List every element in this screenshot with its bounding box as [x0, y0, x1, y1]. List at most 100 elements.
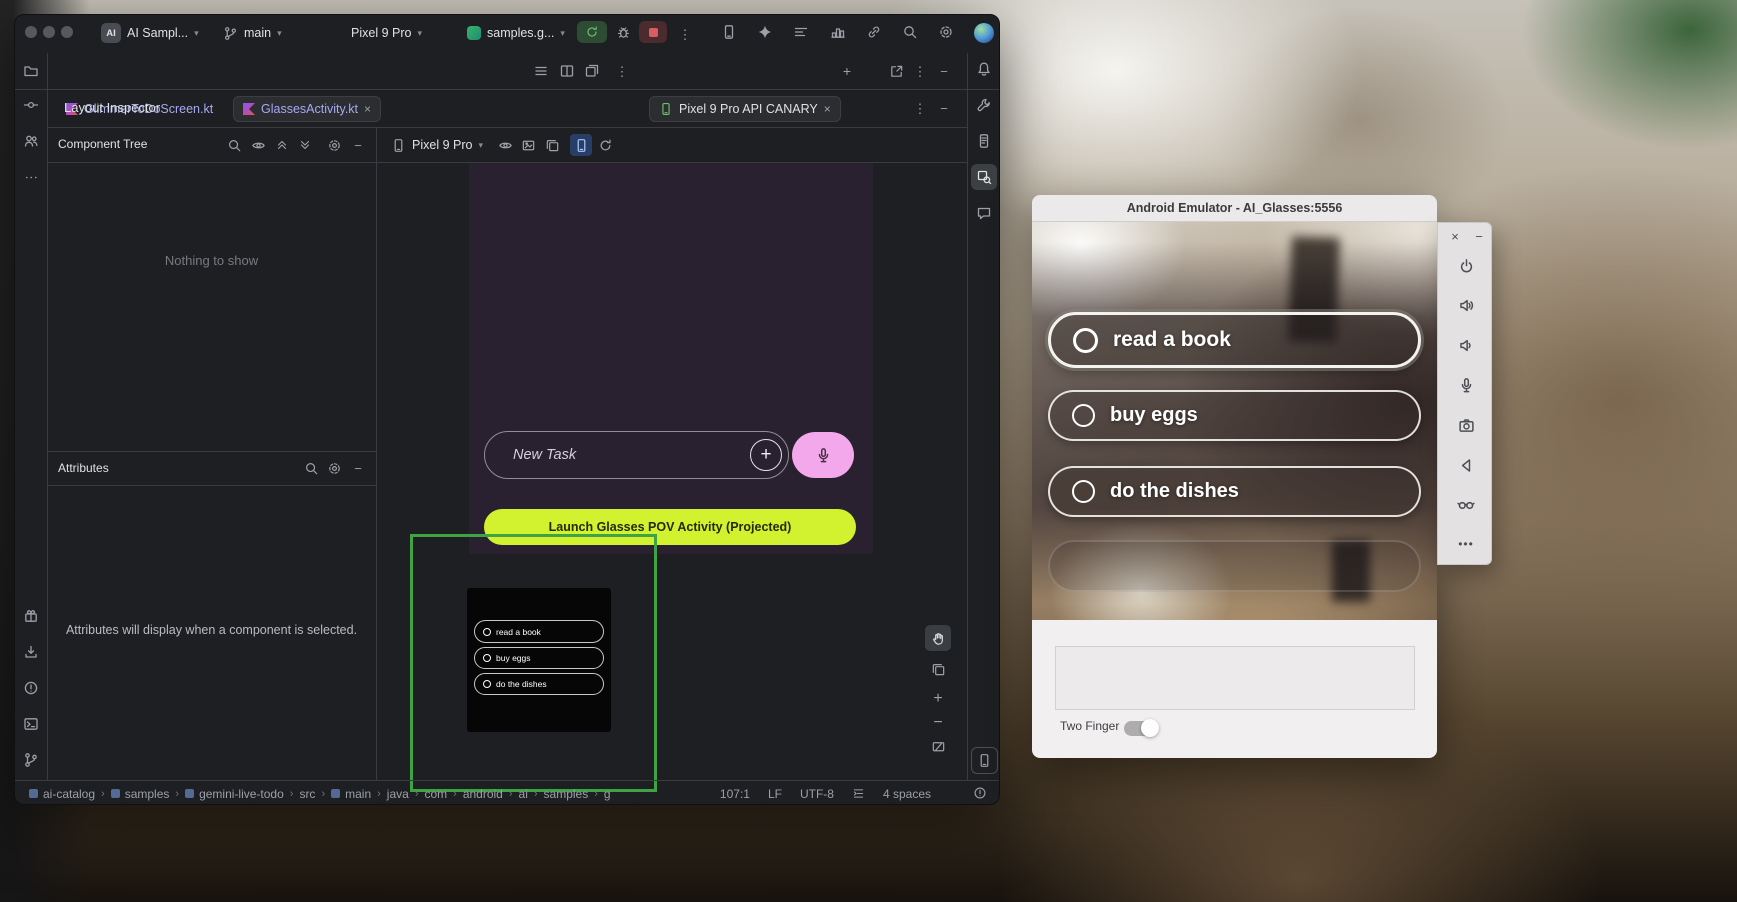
breadcrumb-item[interactable]: android [463, 787, 503, 801]
two-finger-toggle[interactable] [1124, 721, 1157, 736]
back-button[interactable] [1453, 452, 1479, 478]
emulator-more-button[interactable]: ••• [1453, 531, 1479, 557]
mini-task-pill[interactable]: read a book [474, 620, 604, 643]
hide-device-pane-button[interactable]: − [936, 63, 952, 79]
window-close-button[interactable] [25, 26, 37, 38]
task-pill[interactable]: buy eggs [1048, 390, 1421, 441]
open-in-window-button[interactable] [884, 59, 908, 83]
breadcrumb-item[interactable]: src [299, 787, 315, 801]
vcs-tool-button[interactable] [19, 748, 43, 772]
radio-circle-icon[interactable] [1072, 404, 1095, 427]
new-device-tab-button[interactable]: + [839, 63, 855, 79]
vcs-branch-selector[interactable]: main ▾ [217, 20, 288, 46]
device-manager-button[interactable] [717, 20, 741, 44]
user-avatar[interactable] [974, 23, 994, 43]
structure-tool-button[interactable] [19, 129, 43, 153]
refresh-button[interactable] [594, 134, 616, 156]
inspector-more-menu[interactable]: ⋮ [912, 100, 928, 116]
layers-export-button[interactable] [541, 134, 563, 156]
radio-circle-icon[interactable] [1072, 480, 1095, 503]
caret-position-widget[interactable]: 107:1 [720, 787, 750, 801]
touchpad-area[interactable] [1055, 646, 1415, 710]
new-task-input[interactable]: New Task [484, 431, 789, 479]
device-pane-more-menu[interactable]: ⋮ [912, 63, 928, 79]
editor-list-button[interactable] [529, 59, 553, 83]
collapse-all-button[interactable] [294, 134, 316, 156]
expand-all-button[interactable] [271, 134, 293, 156]
logcat-button[interactable] [789, 20, 813, 44]
breadcrumb-item[interactable]: samples [111, 787, 170, 801]
run-more-menu[interactable]: ⋮ [677, 26, 693, 42]
run-config-selector[interactable]: samples.g... ▾ [461, 20, 571, 46]
breadcrumb-item[interactable]: java [387, 787, 409, 801]
profiler-button[interactable] [826, 20, 850, 44]
breadcrumb-item[interactable]: gemini-live-todo [185, 787, 284, 801]
debug-button[interactable] [615, 24, 631, 40]
gradle-tool-button[interactable] [972, 93, 996, 117]
line-separator-widget[interactable]: LF [768, 787, 782, 801]
breadcrumb-item[interactable]: samples [544, 787, 589, 801]
breadcrumb-item[interactable]: com [424, 787, 447, 801]
device-explorer-button[interactable] [972, 129, 996, 153]
device-selector[interactable]: Pixel 9 Pro ▾ [345, 20, 428, 46]
tree-search-button[interactable] [223, 134, 245, 156]
window-zoom-button[interactable] [61, 26, 73, 38]
sdk-install-button[interactable] [19, 640, 43, 664]
hide-inspector-button[interactable]: − [936, 100, 952, 116]
stop-button[interactable] [639, 21, 667, 43]
live-updates-toggle[interactable] [570, 134, 592, 156]
comments-tool-button[interactable] [972, 201, 996, 225]
breadcrumb-item[interactable]: g [604, 787, 611, 801]
emulator-close-button[interactable]: × [1446, 227, 1464, 245]
glasses-mode-button[interactable] [1453, 491, 1479, 517]
hide-attributes-button[interactable]: − [347, 457, 369, 479]
rerun-button[interactable] [577, 21, 607, 43]
screenshot-button[interactable] [517, 134, 539, 156]
emulator-minimize-button[interactable]: − [1470, 227, 1488, 245]
project-tool-button[interactable] [19, 59, 43, 83]
editor-more-menu[interactable]: ⋮ [614, 63, 630, 79]
attributes-search-button[interactable] [300, 457, 322, 479]
tree-settings-button[interactable] [323, 134, 345, 156]
emulator-title-bar[interactable]: Android Emulator - AI_Glasses:5556 [1032, 195, 1437, 222]
task-pill-focused[interactable]: read a book [1048, 312, 1421, 368]
microphone-button[interactable] [1453, 372, 1479, 398]
detach-editor-button[interactable] [580, 59, 604, 83]
terminal-tool-button[interactable] [19, 712, 43, 736]
split-editor-button[interactable] [555, 59, 579, 83]
window-minimize-button[interactable] [43, 26, 55, 38]
breadcrumb-item[interactable]: main [331, 787, 371, 801]
voice-input-button[interactable] [792, 432, 854, 478]
error-notifications-button[interactable] [972, 785, 988, 801]
search-everywhere-button[interactable] [898, 20, 922, 44]
whats-new-button[interactable] [19, 604, 43, 628]
zoom-in-button[interactable]: + [925, 686, 951, 712]
layout-inspector-tool-button[interactable] [971, 164, 997, 190]
layer-spacing-button[interactable] [925, 656, 951, 682]
running-devices-tool-button[interactable] [971, 747, 998, 774]
volume-down-button[interactable] [1453, 332, 1479, 358]
indent-widget[interactable]: 4 spaces [883, 787, 931, 801]
radio-circle-icon[interactable] [1073, 328, 1098, 353]
hide-tree-button[interactable]: − [347, 134, 369, 156]
tree-visibility-button[interactable] [247, 134, 269, 156]
glasses-pov-preview[interactable]: read a book buy eggs do the dishes [467, 588, 611, 732]
project-selector[interactable]: AI AI Sampl... ▾ [95, 20, 205, 46]
power-button[interactable] [1453, 253, 1479, 279]
preview-visibility-button[interactable] [494, 134, 516, 156]
preview-device-selector[interactable]: Pixel 9 Pro ▾ [391, 133, 483, 157]
commit-tool-button[interactable] [19, 93, 43, 117]
mini-task-pill[interactable]: do the dishes [474, 673, 604, 695]
zoom-to-fit-button[interactable] [925, 733, 951, 759]
gemini-assistant-button[interactable] [753, 20, 777, 44]
breadcrumb-item[interactable]: ai-catalog [29, 787, 95, 801]
add-task-button[interactable]: + [750, 439, 782, 471]
mini-task-pill[interactable]: buy eggs [474, 647, 604, 669]
notifications-button[interactable] [972, 57, 996, 81]
emulator-screen[interactable]: read a book buy eggs do the dishes [1032, 222, 1437, 620]
encoding-widget[interactable]: UTF-8 [800, 787, 834, 801]
breadcrumb-item[interactable]: ai [519, 787, 528, 801]
app-insights-button[interactable] [862, 20, 886, 44]
volume-up-button[interactable] [1453, 292, 1479, 318]
pan-tool-button[interactable] [925, 625, 951, 651]
